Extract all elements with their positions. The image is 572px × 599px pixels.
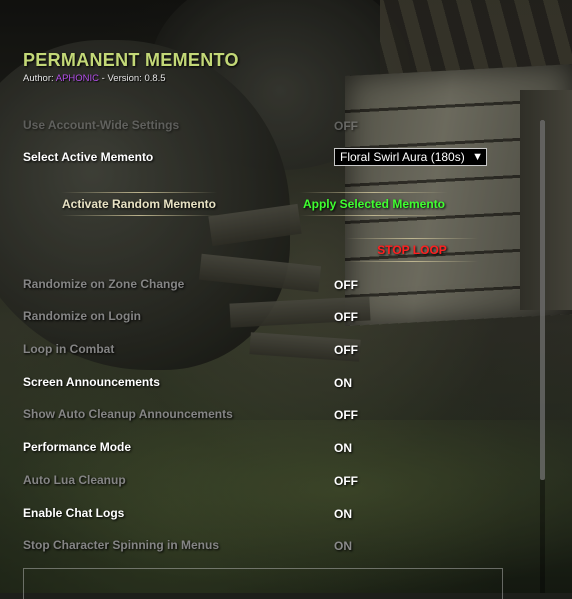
dim-overlay	[0, 0, 572, 593]
select-memento-label: Select Active Memento	[23, 150, 154, 164]
randomize-login-label: Randomize on Login	[23, 309, 141, 323]
game-background	[0, 0, 572, 593]
addon-title: PERMANENT MEMENTO	[23, 50, 239, 70]
account-wide-toggle[interactable]: OFF	[334, 119, 358, 133]
author-name: APHONIC	[55, 73, 100, 84]
chat-logs-label: Enable Chat Logs	[23, 506, 125, 520]
chat-logs-toggle[interactable]: ON	[334, 507, 352, 521]
author-prefix: Author:	[23, 73, 56, 84]
auto-cleanup-announcements-label: Show Auto Cleanup Announcements	[23, 407, 233, 421]
chevron-down-icon: ▼	[472, 151, 483, 163]
stop-spinning-label: Stop Character Spinning in Menus	[23, 538, 220, 552]
performance-mode-toggle[interactable]: ON	[334, 441, 352, 455]
performance-mode-label: Performance Mode	[23, 440, 132, 454]
auto-lua-cleanup-toggle[interactable]: OFF	[334, 474, 358, 488]
randomize-login-toggle[interactable]: OFF	[334, 310, 358, 324]
randomize-zone-toggle[interactable]: OFF	[334, 278, 358, 292]
screen-announcements-label: Screen Announcements	[23, 375, 160, 389]
stop-spinning-toggle[interactable]: ON	[334, 539, 352, 553]
activate-random-memento-button[interactable]: Activate Random Memento	[50, 192, 228, 216]
memento-dropdown[interactable]: Floral Swirl Aura (180s) ▼	[334, 148, 487, 166]
scrollbar[interactable]	[540, 120, 545, 593]
randomize-zone-label: Randomize on Zone Change	[23, 277, 185, 291]
auto-cleanup-announcements-toggle[interactable]: OFF	[334, 408, 358, 422]
memento-dropdown-value: Floral Swirl Aura (180s)	[340, 150, 465, 164]
screen-announcements-toggle[interactable]: ON	[334, 376, 352, 390]
stop-loop-button[interactable]: STOP LOOP	[337, 238, 487, 262]
apply-selected-memento-button[interactable]: Apply Selected Memento	[290, 192, 458, 216]
account-wide-label: Use Account-Wide Settings	[23, 118, 180, 132]
version-text: - Version: 0.8.5	[99, 73, 166, 84]
loop-combat-label: Loop in Combat	[23, 342, 115, 356]
loop-combat-toggle[interactable]: OFF	[334, 343, 358, 357]
collapsed-section-header[interactable]	[23, 568, 503, 599]
author-line: Author: APHONIC - Version: 0.8.5	[23, 73, 166, 84]
auto-lua-cleanup-label: Auto Lua Cleanup	[23, 473, 126, 487]
scrollbar-thumb[interactable]	[540, 120, 545, 480]
